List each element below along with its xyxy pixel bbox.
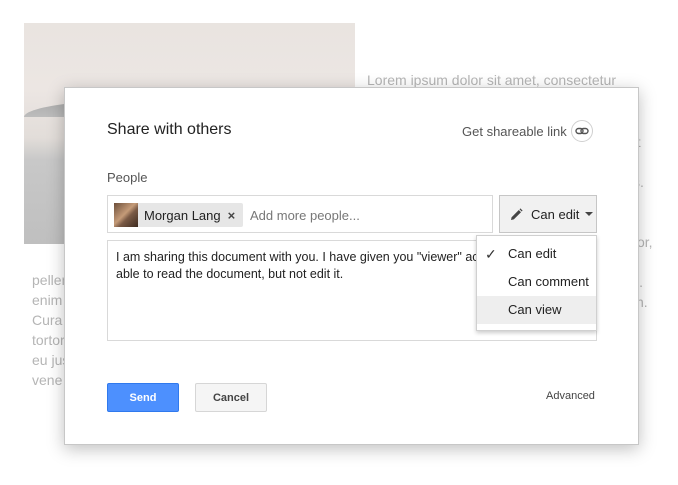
menu-item-can-comment[interactable]: Can comment bbox=[477, 268, 596, 296]
pencil-icon bbox=[510, 207, 523, 221]
menu-item-label: Can comment bbox=[508, 274, 589, 289]
link-icon[interactable] bbox=[571, 120, 593, 142]
dialog-title: Share with others bbox=[107, 121, 232, 138]
menu-item-label: Can edit bbox=[508, 246, 557, 261]
shareable-link-label[interactable]: Get shareable link bbox=[462, 124, 567, 139]
share-dialog: Share with others Get shareable link Peo… bbox=[64, 87, 639, 445]
background-fragment: or, bbox=[637, 234, 653, 250]
advanced-link[interactable]: Advanced bbox=[546, 390, 595, 402]
chevron-down-icon bbox=[585, 212, 594, 216]
permission-menu: ✓ Can edit Can comment Can view bbox=[476, 235, 597, 331]
permission-dropdown-button[interactable]: Can edit bbox=[499, 195, 597, 233]
checkmark-icon: ✓ bbox=[485, 246, 497, 262]
cancel-button[interactable]: Cancel bbox=[195, 383, 267, 412]
add-people-input[interactable] bbox=[250, 205, 480, 225]
menu-item-can-edit[interactable]: ✓ Can edit bbox=[477, 240, 596, 268]
person-chip-name: Morgan Lang bbox=[144, 207, 221, 223]
remove-person-button[interactable]: × bbox=[228, 208, 236, 223]
menu-item-label: Can view bbox=[508, 302, 562, 317]
background-fragment: enim bbox=[32, 292, 63, 308]
permission-label: Can edit bbox=[531, 206, 580, 222]
background-fragment: tortor bbox=[32, 332, 65, 348]
background-fragment: Cura bbox=[32, 312, 63, 328]
people-label: People bbox=[107, 170, 148, 185]
people-field[interactable]: Morgan Lang × bbox=[107, 195, 493, 233]
background-fragment: vene bbox=[32, 372, 63, 388]
send-button[interactable]: Send bbox=[107, 383, 179, 412]
avatar bbox=[114, 203, 138, 227]
person-chip: Morgan Lang × bbox=[114, 203, 244, 227]
menu-item-can-view[interactable]: Can view bbox=[477, 296, 596, 324]
